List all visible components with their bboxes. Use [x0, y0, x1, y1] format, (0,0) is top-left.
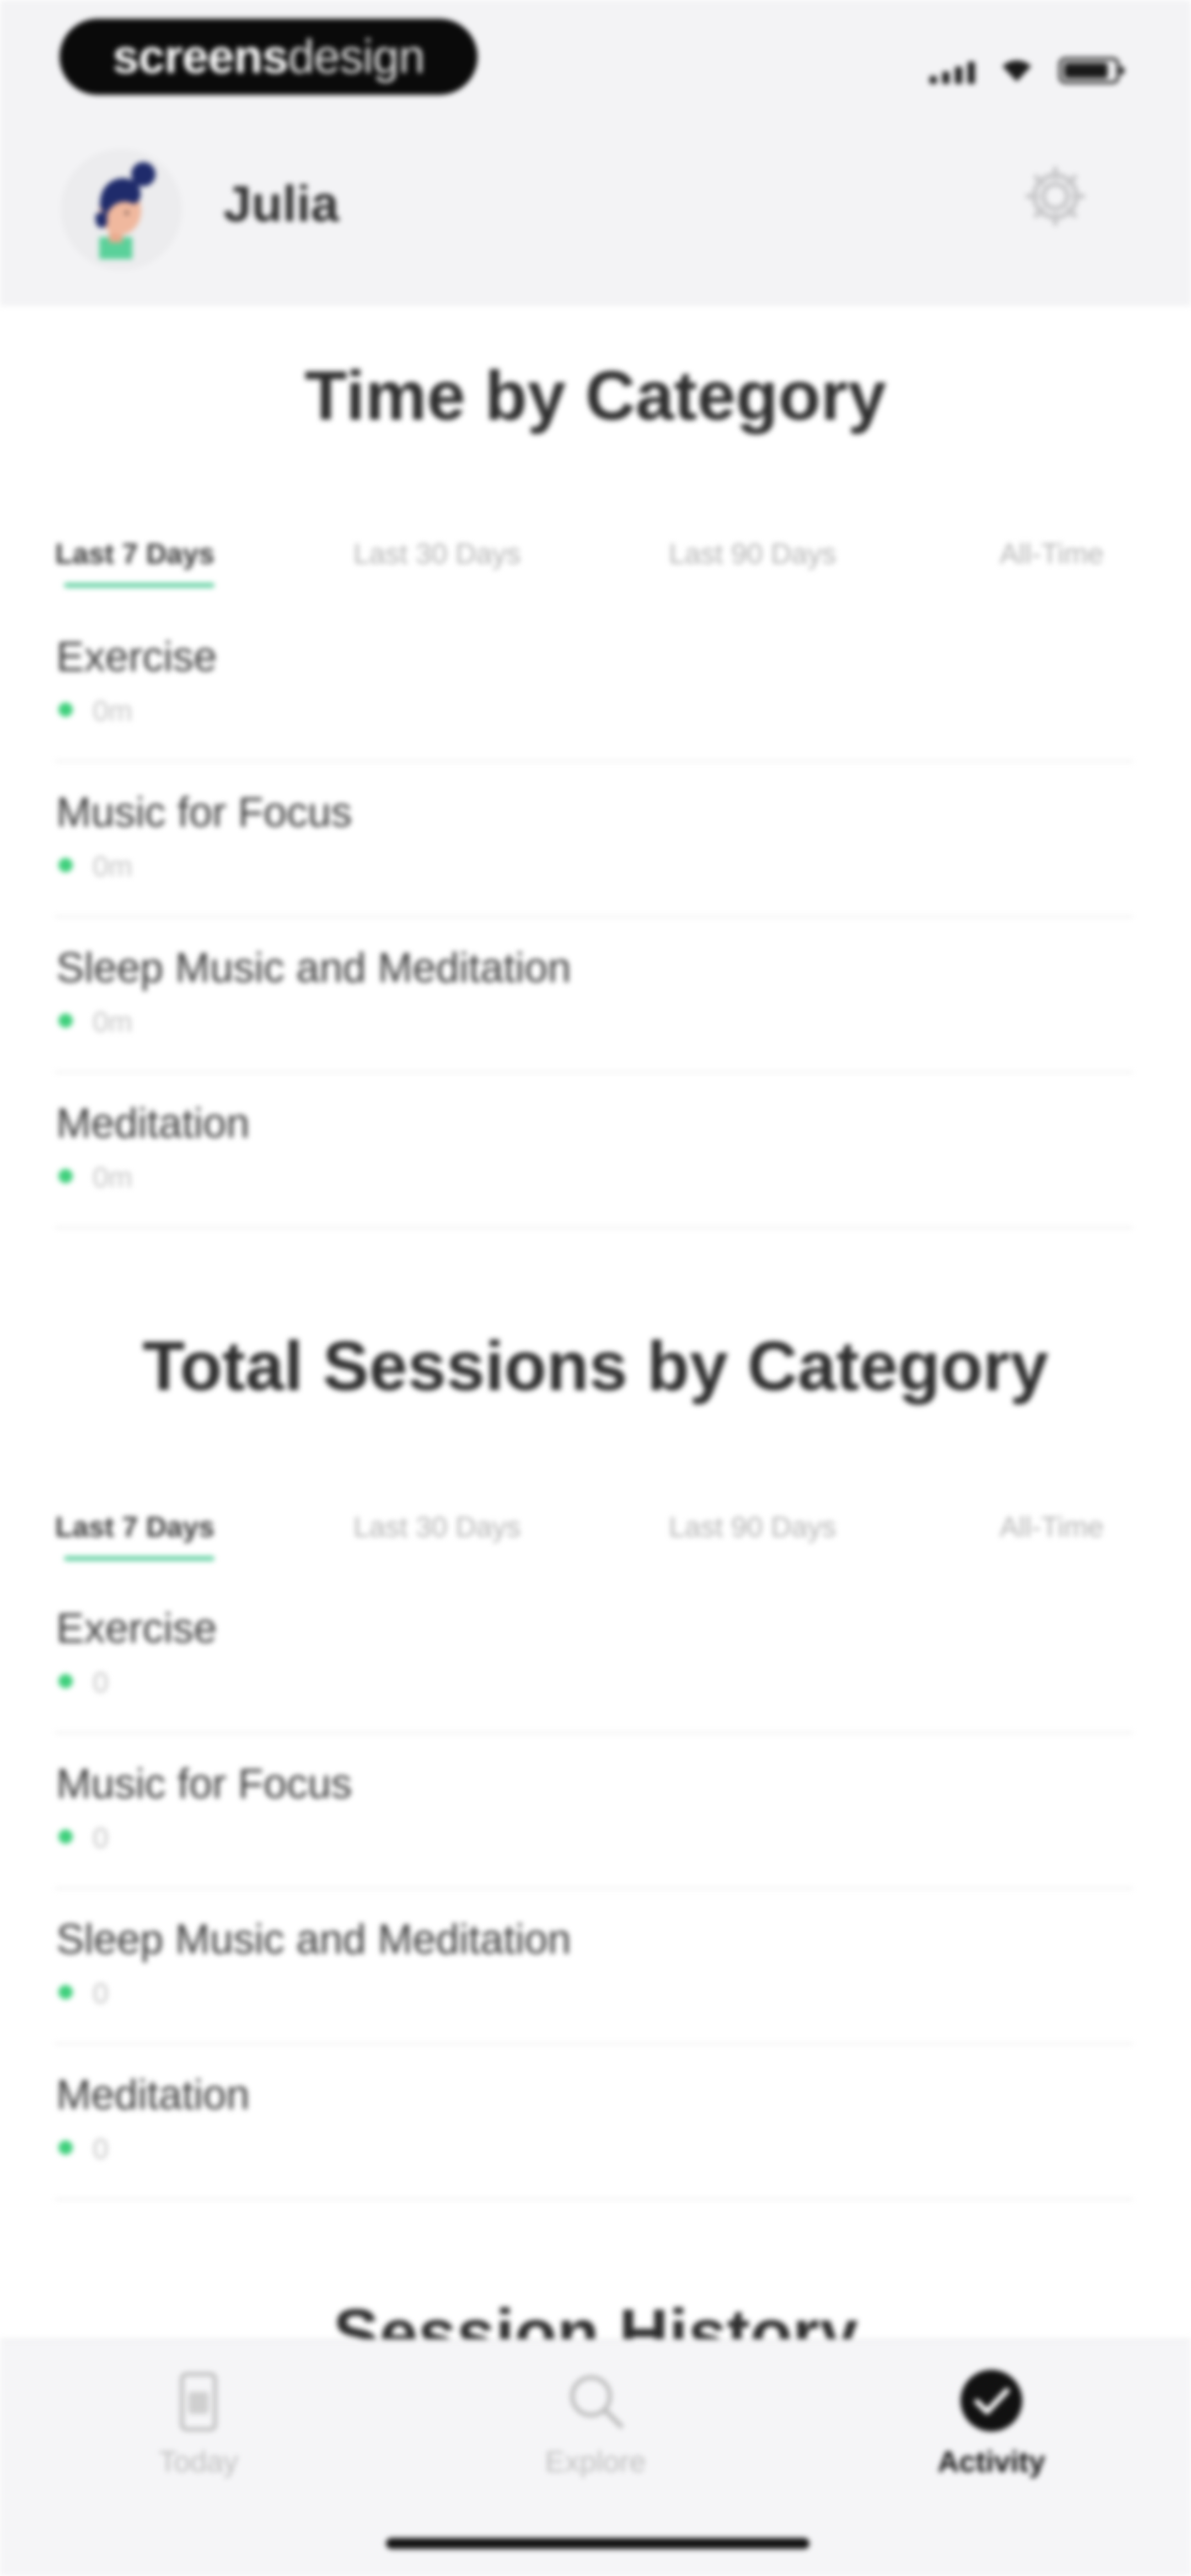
- status-dot: [58, 702, 73, 717]
- app-screen: screens design Julia Time by Category La…: [0, 0, 1191, 2576]
- sessions-category-list: Exercise 0 Music for Focus 0 Sleep Music…: [55, 1578, 1133, 2200]
- gear-icon[interactable]: [1020, 161, 1091, 232]
- tab-all-time[interactable]: All-Time: [1000, 538, 1104, 571]
- category-name: Exercise: [56, 634, 217, 680]
- sessions-range-tabs: Last 7 Days Last 30 Days Last 90 Days Al…: [55, 1511, 1136, 1571]
- list-item[interactable]: Sleep Music and Meditation 0m: [55, 917, 1133, 1073]
- tab-today-label: Today: [158, 2445, 239, 2478]
- category-name: Sleep Music and Meditation: [56, 944, 571, 991]
- category-name: Sleep Music and Meditation: [56, 1916, 571, 1963]
- tab-last-30-days[interactable]: Last 30 Days: [353, 538, 521, 571]
- tab-activity-label: Activity: [937, 2445, 1045, 2478]
- category-session-count: 0: [93, 1822, 109, 1854]
- category-session-count: 0: [93, 1667, 109, 1699]
- tab-activity[interactable]: Activity: [892, 2368, 1091, 2479]
- status-dot: [58, 1829, 73, 1844]
- list-item[interactable]: Exercise 0: [55, 1578, 1133, 1734]
- user-name: Julia: [223, 176, 339, 232]
- category-time-value: 0m: [93, 1006, 133, 1038]
- tab-today[interactable]: Today: [99, 2368, 298, 2479]
- tab-explore[interactable]: Explore: [496, 2368, 695, 2479]
- status-dot: [58, 1674, 73, 1688]
- cellular-signal-icon: [930, 62, 975, 84]
- avatar[interactable]: [61, 149, 182, 270]
- total-sessions-title: Total Sessions by Category: [142, 1327, 1049, 1405]
- search-icon: [562, 2368, 629, 2434]
- status-dot: [58, 1013, 73, 1028]
- tab-all-time[interactable]: All-Time: [1000, 1511, 1104, 1544]
- tab-last-90-days[interactable]: Last 90 Days: [669, 1511, 836, 1544]
- battery-icon: [1059, 57, 1124, 84]
- time-category-list: Exercise 0m Music for Focus 0m Sleep Mus…: [55, 607, 1133, 1228]
- category-name: Music for Focus: [56, 789, 352, 836]
- category-session-count: 0: [93, 1978, 109, 2010]
- watermark-bold: screens: [112, 30, 288, 83]
- tab-last-30-days[interactable]: Last 30 Days: [353, 1511, 521, 1544]
- category-time-value: 0m: [93, 851, 133, 883]
- status-dot: [58, 1169, 73, 1183]
- time-range-tabs: Last 7 Days Last 30 Days Last 90 Days Al…: [55, 538, 1136, 598]
- list-item[interactable]: Sleep Music and Meditation 0: [55, 1889, 1133, 2044]
- category-time-value: 0m: [93, 695, 133, 727]
- category-name: Meditation: [56, 2071, 250, 2118]
- watermark-light: design: [288, 30, 425, 83]
- category-name: Music for Focus: [56, 1761, 352, 1807]
- category-time-value: 0m: [93, 1162, 133, 1194]
- list-item[interactable]: Exercise 0m: [55, 607, 1133, 762]
- screensdesign-watermark: screens design: [60, 19, 478, 95]
- today-icon: [165, 2368, 232, 2434]
- list-item[interactable]: Music for Focus 0m: [55, 762, 1133, 917]
- list-item[interactable]: Meditation 0: [55, 2044, 1133, 2200]
- home-indicator[interactable]: [386, 2538, 809, 2549]
- avatar-illustration-icon: [95, 162, 155, 259]
- time-by-category-title: Time by Category: [304, 357, 887, 434]
- category-session-count: 0: [93, 2133, 109, 2165]
- status-dot: [58, 2140, 73, 2155]
- category-name: Exercise: [56, 1605, 217, 1652]
- tab-explore-label: Explore: [545, 2445, 646, 2478]
- status-dot: [58, 1985, 73, 1999]
- status-dot: [58, 858, 73, 872]
- tab-last-7-days[interactable]: Last 7 Days: [55, 538, 215, 588]
- category-name: Meditation: [56, 1100, 250, 1147]
- list-item[interactable]: Meditation 0m: [55, 1073, 1133, 1228]
- profile-header: screens design Julia: [0, 0, 1191, 306]
- wifi-icon: [1002, 60, 1031, 82]
- checkmark-circle-icon: [958, 2368, 1024, 2434]
- tab-last-7-days[interactable]: Last 7 Days: [55, 1511, 215, 1561]
- list-item[interactable]: Music for Focus 0: [55, 1734, 1133, 1889]
- tab-last-90-days[interactable]: Last 90 Days: [669, 538, 836, 571]
- status-bar: [930, 51, 1124, 84]
